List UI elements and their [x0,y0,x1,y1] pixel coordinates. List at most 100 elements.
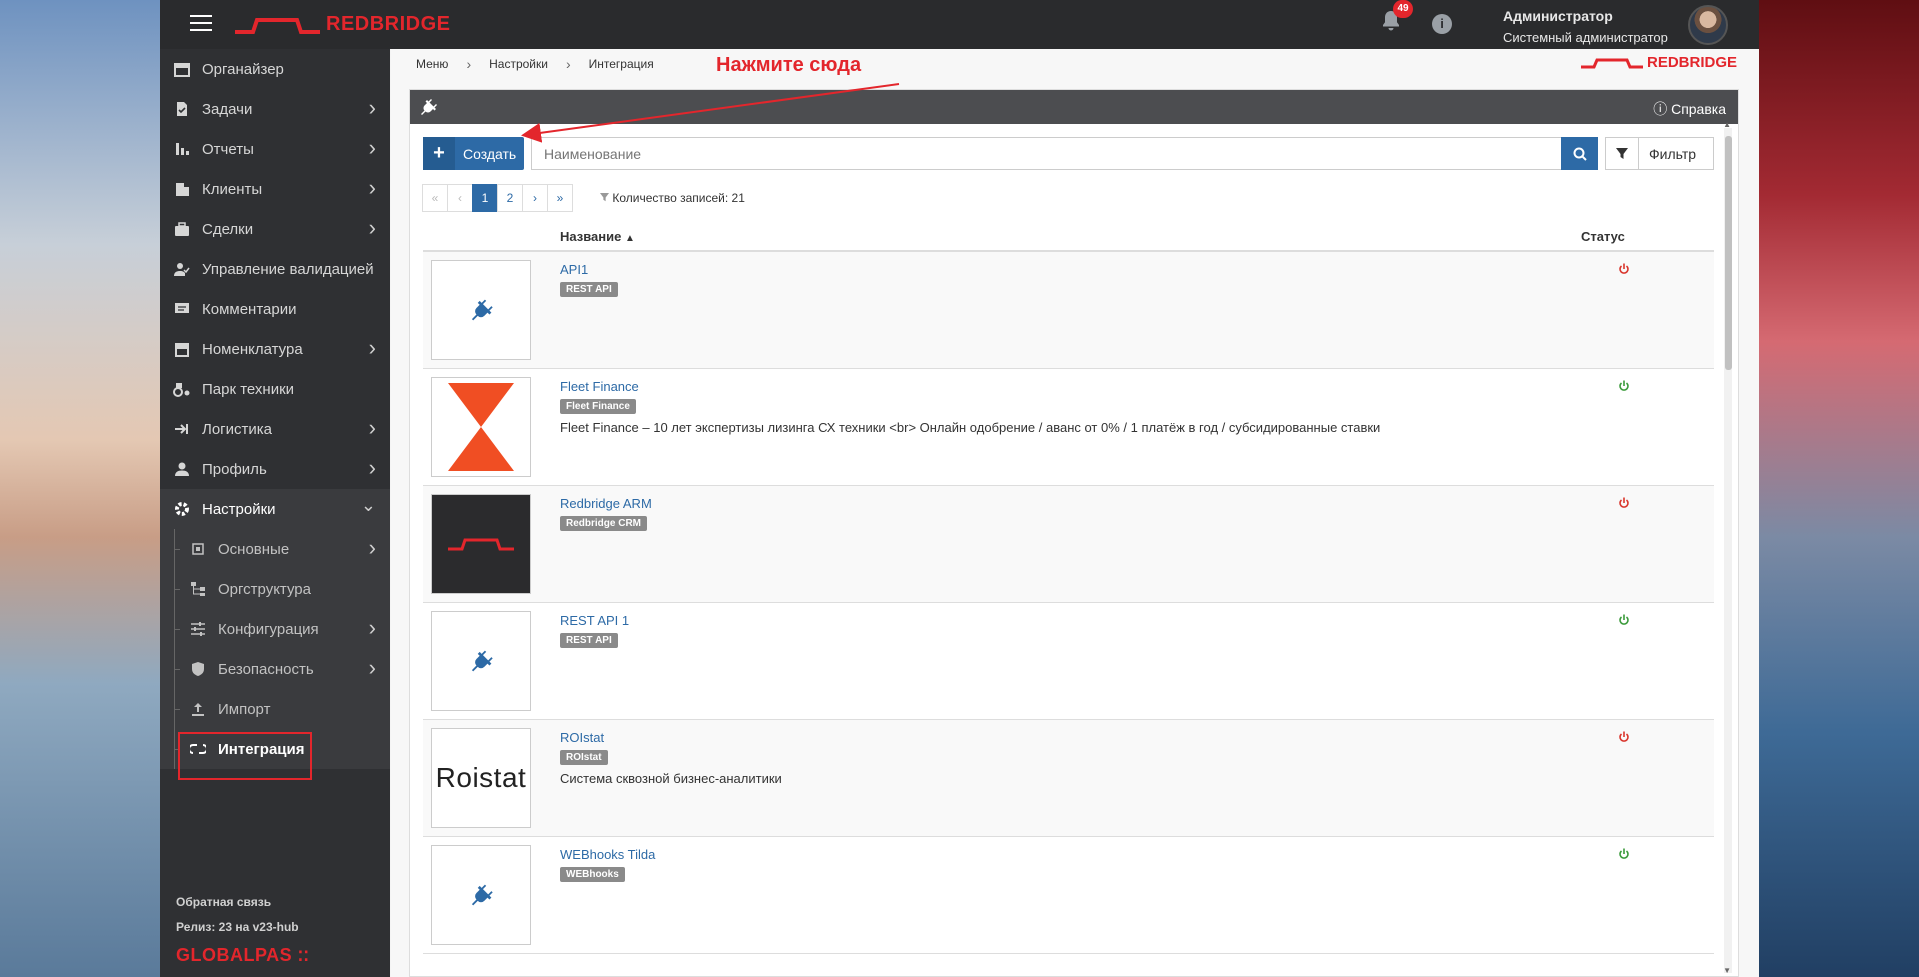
sidebar-subitem-label: Безопасность [218,660,314,678]
hamburger-menu-icon[interactable] [190,15,212,33]
sidebar-item-comment[interactable]: Комментарии [160,289,390,329]
search-input[interactable] [531,137,1561,170]
scrollbar[interactable] [1724,128,1732,973]
toolbar: + Создать Фильтр [423,137,1714,170]
sidebar-subitem-chip[interactable]: Основные › [160,529,390,569]
feedback-link[interactable]: Обратная связь [176,895,386,909]
breadcrumb-settings[interactable]: Настройки [489,57,548,71]
comment-icon [172,299,192,319]
sidebar-subitem-integration[interactable]: Интеграция [160,729,390,780]
chevron-right-icon: › [368,655,376,680]
sidebar-item-calendar[interactable]: Органайзер [160,49,390,89]
sidebar-subitem-org[interactable]: Оргструктура [160,569,390,609]
page-button[interactable]: › [522,184,548,212]
sidebar-item-label: Комментарии [202,300,297,318]
plug-icon[interactable] [431,611,531,711]
sidebar-item-gear[interactable]: Настройки ⌄ [160,489,390,529]
bridge-logo-icon [235,17,320,34]
power-on-icon[interactable] [1618,847,1632,861]
org-icon [188,579,208,599]
sidebar-item-user-check[interactable]: Управление валидацией [160,249,390,289]
sidebar-item-task[interactable]: Задачи › [160,89,390,129]
page-button[interactable]: 1 [472,184,498,212]
filter-icon [1606,138,1639,169]
sidebar-subitem-upload[interactable]: Импорт [160,689,390,729]
search-icon [1573,147,1587,161]
globalpas-logo: GLOBALPAS ⁚⁚ [176,945,310,965]
breadcrumb-menu[interactable]: Меню [416,57,448,71]
plug-icon[interactable] [431,260,531,360]
fleet-finance-logo[interactable] [431,377,531,477]
brand-logo[interactable]: REDBRIDGE [235,13,451,36]
tree-branch [174,589,180,590]
sidebar-item-user[interactable]: Профиль › [160,449,390,489]
column-header-status: Статус [1581,229,1625,244]
record-count-text: Количество записей: 21 [612,191,745,205]
power-off-icon[interactable] [1618,262,1632,276]
scroll-down-icon[interactable]: ▼ [1723,966,1731,975]
page-button[interactable]: 2 [497,184,523,212]
roistat-logo-text: Roistat [435,762,527,793]
sidebar-item-label: Задачи [202,100,253,118]
integration-description: Система сквозной бизнес-аналитики [560,771,782,786]
info-icon[interactable]: i [1432,14,1452,34]
background-right [1759,0,1919,977]
page-button[interactable]: ‹ [447,184,473,212]
table-row: Fleet Finance Fleet Finance Fleet Finance … [423,369,1714,486]
user-name: Администратор [1503,8,1613,24]
tractor-icon [172,379,192,399]
column-header-name[interactable]: Название ▲ [560,229,635,244]
sidebar-item-logistics[interactable]: Логистика › [160,409,390,449]
power-off-icon[interactable] [1618,496,1632,510]
integration-name-link[interactable]: API1 [560,262,588,277]
integration-name-link[interactable]: ROIstat [560,730,604,745]
main-content: Меню › Настройки › Интеграция REDBRIDGE … [391,49,1759,977]
filter-icon [600,193,609,202]
redbridge-logo[interactable] [431,494,531,594]
notifications-bell-icon[interactable]: 49 [1381,0,1413,34]
sidebar-item-building[interactable]: Клиенты › [160,169,390,209]
tree-branch [174,669,180,670]
record-count: Количество записей: 21 [600,191,745,205]
sidebar-subitem-label: Импорт [218,700,271,718]
help-link[interactable]: ⓘ Справка [1653,99,1726,119]
plug-icon[interactable] [431,845,531,945]
search-button[interactable] [1561,137,1598,170]
tree-branch [174,709,180,710]
chip-icon [188,539,208,559]
bar-chart-icon [172,139,192,159]
sidebar-item-store[interactable]: Номенклатура › [160,329,390,369]
power-off-icon[interactable] [1618,730,1632,744]
table-row: REST API 1 REST API [423,603,1714,720]
sidebar-subitem-sliders[interactable]: Конфигурация › [160,609,390,649]
filter-button[interactable]: Фильтр [1605,137,1714,170]
calendar-icon [172,59,192,79]
sidebar-item-label: Клиенты [202,180,263,198]
sidebar-item-tractor[interactable]: Парк техники [160,369,390,409]
sidebar-item-label: Номенклатура [202,340,303,358]
settings-submenu: Основные › Оргструктура Конфигурация › Безопа… [160,529,390,780]
integration-name-link[interactable]: Fleet Finance [560,379,639,394]
page-button[interactable]: « [422,184,448,212]
integration-type-badge: REST API [560,633,618,648]
help-label: Справка [1671,101,1726,117]
integration-name-link[interactable]: WEBhooks Tilda [560,847,655,862]
sidebar-item-briefcase[interactable]: Сделки › [160,209,390,249]
power-on-icon[interactable] [1618,613,1632,627]
integration-name-link[interactable]: REST API 1 [560,613,629,628]
create-button[interactable]: + Создать [423,137,524,170]
roistat-logo[interactable]: Roistat [431,728,531,828]
scrollbar-thumb[interactable] [1725,136,1732,370]
integrations-panel: ⓘ Справка + Создать Фильтр «‹12›» [409,89,1739,977]
tree-branch [174,549,180,550]
briefcase-icon [172,219,192,239]
page-button[interactable]: » [547,184,573,212]
user-check-icon [172,259,192,279]
sidebar-item-bar-chart[interactable]: Отчеты › [160,129,390,169]
brand-logo-small: REDBRIDGE [1580,54,1737,71]
integration-name-link[interactable]: Redbridge ARM [560,496,652,511]
sidebar-subitem-shield[interactable]: Безопасность › [160,649,390,689]
power-on-icon[interactable] [1618,379,1632,393]
plus-icon: + [423,137,455,170]
avatar[interactable] [1688,5,1728,45]
